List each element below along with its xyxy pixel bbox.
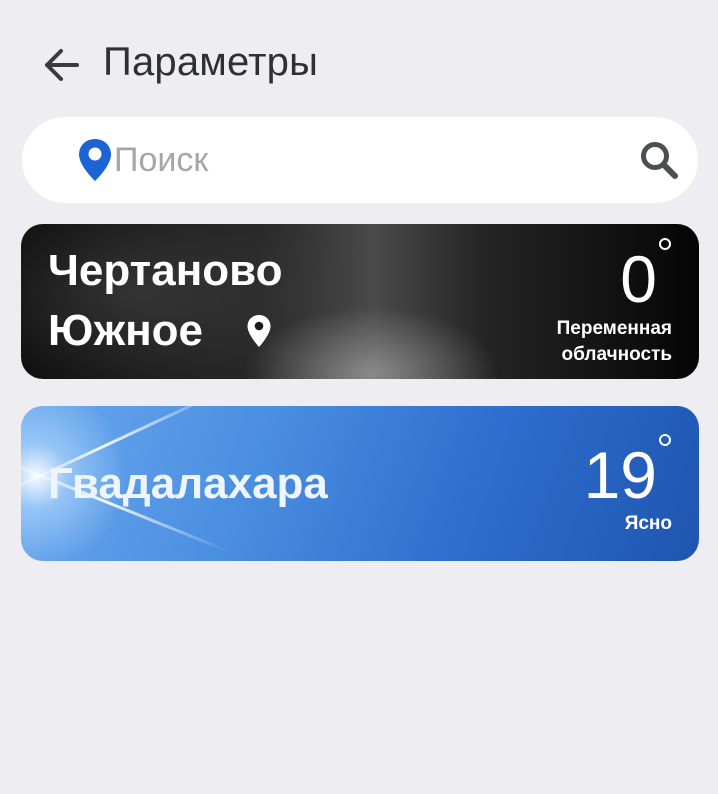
search-icon	[641, 142, 678, 179]
search-input[interactable]	[114, 135, 614, 185]
app-header: Параметры	[0, 30, 718, 96]
temperature-value: 0	[620, 242, 657, 316]
search-button[interactable]	[636, 137, 682, 183]
page-title: Параметры	[103, 40, 319, 84]
city-card-chertanovo[interactable]: Чертаново Южное 0 Переменная облачность	[21, 224, 699, 379]
condition-line2: облачность	[561, 344, 672, 365]
temperature-value: 19	[583, 438, 657, 512]
city-name-line1: Чертаново	[48, 246, 283, 295]
location-pin-icon	[79, 139, 111, 181]
arrow-left-icon	[45, 49, 79, 81]
degree-icon	[659, 434, 671, 446]
city-name-line2: Южное	[48, 306, 204, 355]
location-pin-icon	[247, 315, 271, 347]
weather-condition: Переменная облачность	[557, 316, 672, 368]
weather-condition: Ясно	[624, 513, 672, 534]
condition-line1: Переменная	[556, 318, 672, 339]
degree-icon	[659, 238, 671, 250]
search-bar[interactable]	[22, 117, 698, 203]
back-button[interactable]	[38, 42, 84, 88]
city-name: Гвадалахара	[48, 459, 328, 508]
city-card-guadalajara[interactable]: Гвадалахара 19 Ясно	[21, 406, 699, 561]
